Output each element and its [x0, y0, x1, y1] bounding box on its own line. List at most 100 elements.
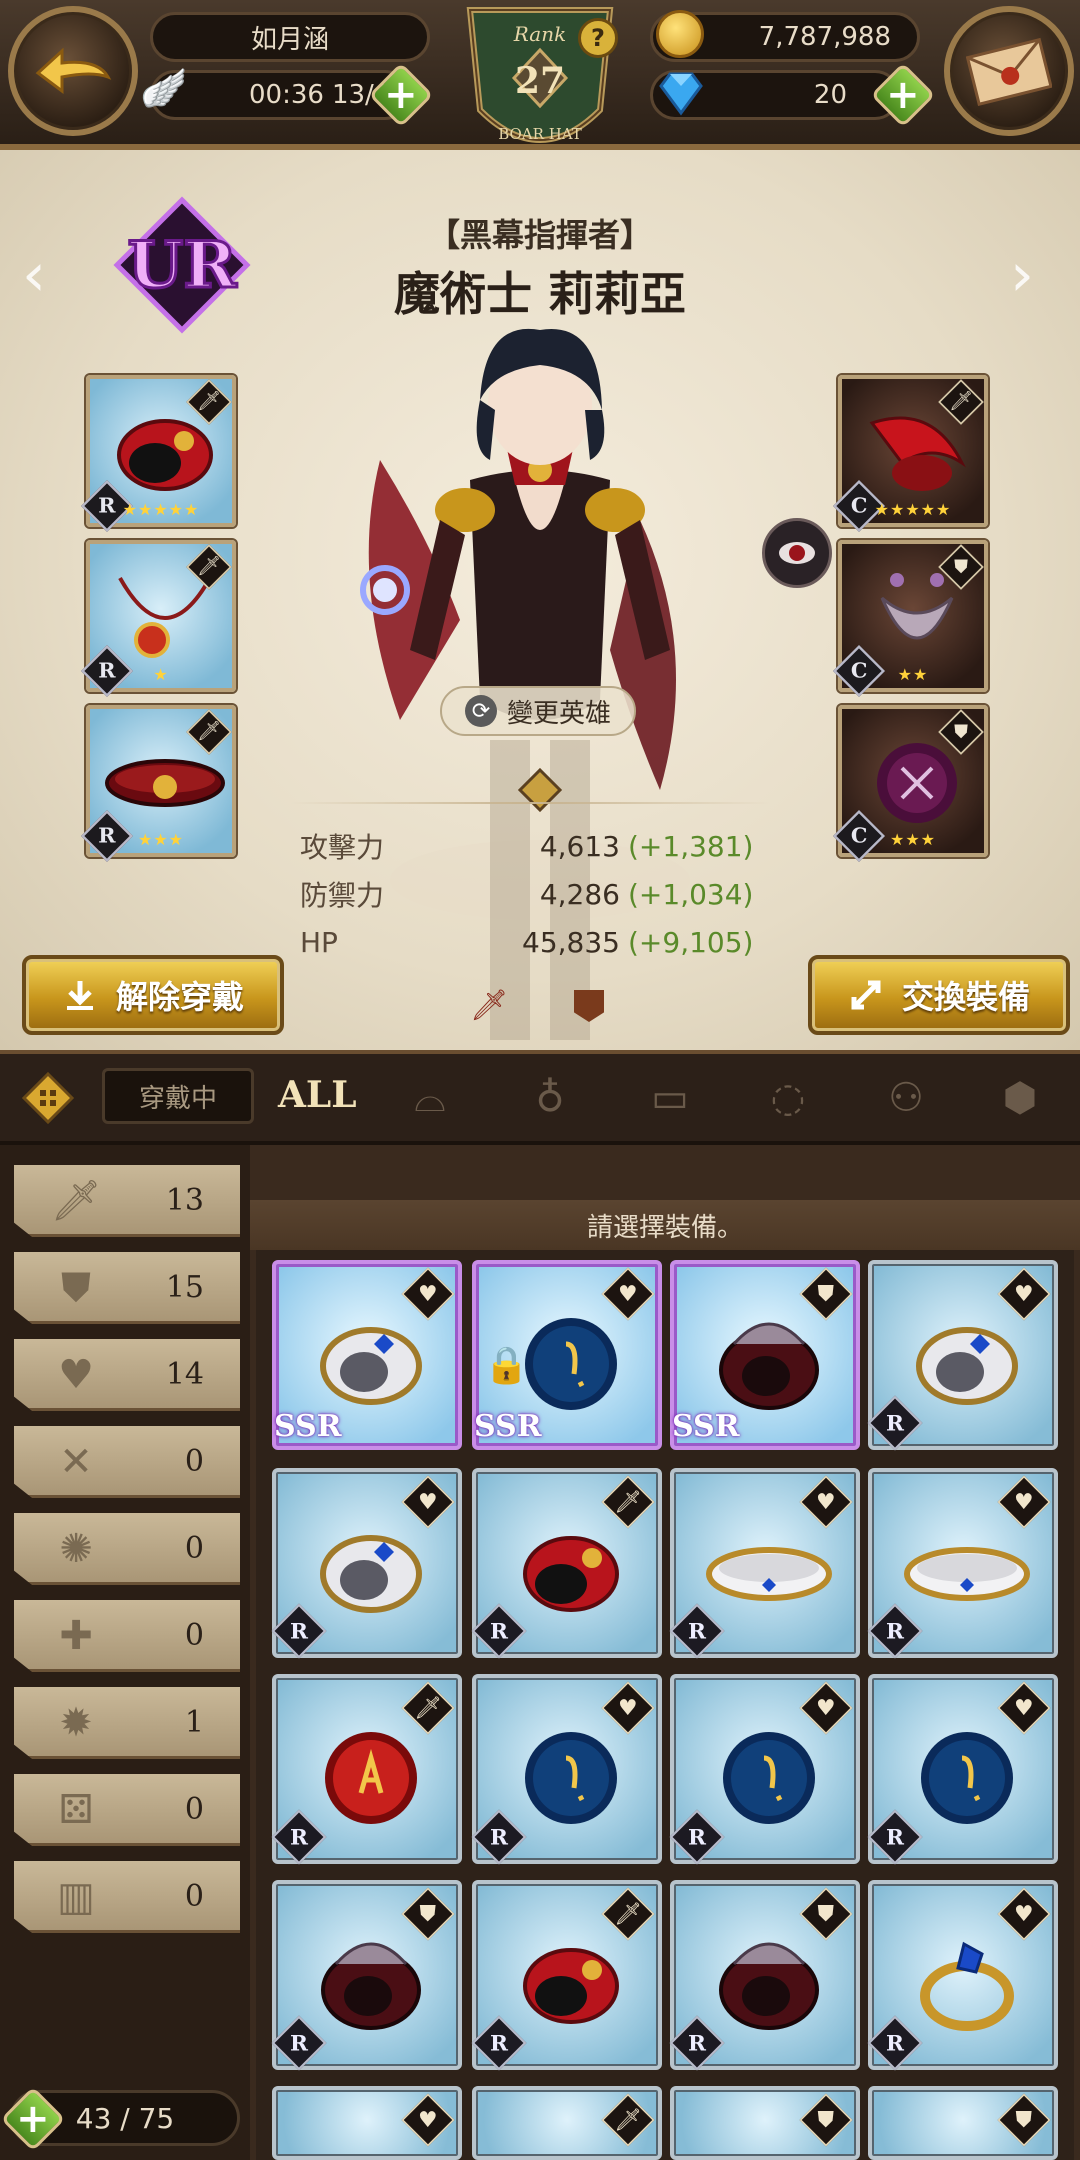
gold-belt-icon	[706, 1547, 832, 1601]
equipped-filter-button[interactable]: 穿戴中	[102, 1068, 254, 1124]
hero-title: 【黑幕指揮者】	[427, 216, 652, 254]
category-count-row[interactable]: ✚ 0	[14, 1600, 240, 1672]
equip-slot-left-1[interactable]: 🗡 R ★★★★★	[80, 375, 236, 533]
equip-slot-right-2[interactable]: ⛊ C ★★	[832, 540, 988, 698]
category-count: 0	[184, 1792, 204, 1827]
category-count: 15	[165, 1270, 204, 1305]
category-count-row[interactable]: ✕ 0	[14, 1426, 240, 1498]
equipment-card[interactable]: ♥ R	[271, 1468, 462, 1659]
jaw-icon: ▥	[57, 1874, 95, 1920]
stamina-timer: 00:36	[249, 80, 324, 110]
download-icon	[66, 981, 93, 1010]
filter-bracelet-tab[interactable]: ⌓	[402, 1070, 458, 1126]
mail-button[interactable]	[944, 6, 1074, 136]
equipment-card[interactable]: ⛊ SSR	[670, 1260, 860, 1450]
gem-count: 20	[813, 80, 847, 110]
filter-all-tab[interactable]: ALL	[278, 1074, 357, 1116]
next-hero-arrow[interactable]: ›	[1010, 240, 1034, 310]
sword-marker-icon: 🗡	[470, 988, 509, 1023]
star-rating: ★★★★★	[122, 500, 200, 519]
category-count-row[interactable]: ✺ 0	[14, 1513, 240, 1585]
swap-hero-icon: ⟳	[464, 695, 497, 727]
unequip-button[interactable]: 解除穿戴	[22, 955, 284, 1035]
red-rune-orb-icon	[325, 1732, 417, 1824]
equipment-card[interactable]: ⛊ R	[669, 1880, 860, 2071]
unequip-label: 解除穿戴	[115, 978, 244, 1016]
category-count: 0	[184, 1879, 204, 1914]
equipment-card[interactable]: ♥ R	[669, 1674, 860, 1865]
equipment-card[interactable]: ♥ R	[867, 1880, 1058, 2071]
equipment-card[interactable]: 🗡 R	[471, 1468, 662, 1659]
category-count: 13	[165, 1183, 204, 1218]
gold-bracer-icon	[320, 1535, 422, 1613]
equipment-card[interactable]: ♥ R	[867, 1468, 1058, 1659]
equipment-card[interactable]: ♥	[272, 2086, 462, 2160]
cross-blades-icon: ✕	[59, 1439, 93, 1485]
red-bracelet-icon	[523, 1948, 619, 2024]
category-count-row[interactable]: ▥ 0	[14, 1861, 240, 1933]
equipment-card[interactable]: ♥ SSR 🔒	[472, 1260, 662, 1450]
gold-bracer-icon	[320, 1327, 422, 1405]
filter-necklace-tab[interactable]: ♁	[522, 1070, 578, 1126]
rune-icon: ⬢	[1002, 1075, 1038, 1121]
star-rating: ★★	[897, 665, 929, 684]
player-name: 如月涵	[150, 12, 430, 62]
equipment-card[interactable]: ♥ SSR	[272, 1260, 462, 1450]
envelope-icon	[966, 37, 1052, 106]
equipment-card[interactable]: ⛊ R	[271, 1880, 462, 2071]
sort-diamond-icon	[22, 1072, 74, 1124]
equipment-card[interactable]: ⛊	[868, 2086, 1058, 2160]
equipment-card[interactable]: 🗡	[472, 2086, 662, 2160]
gold-bracer-icon	[916, 1327, 1018, 1405]
sort-button[interactable]	[20, 1070, 76, 1126]
hero-name: 魔術士 莉莉亞	[393, 267, 686, 321]
equip-slot-right-1[interactable]: 🗡 C ★★★★★	[832, 375, 988, 533]
select-equipment-hint: 請選擇裝備。	[250, 1200, 1080, 1250]
ssr-rarity-badge: SSR	[274, 1409, 342, 1444]
category-count: 0	[184, 1618, 204, 1653]
help-button[interactable]: ?	[578, 18, 618, 58]
equipment-card[interactable]: ♥ R	[471, 1674, 662, 1865]
stamina-icon: 🪽	[140, 66, 188, 110]
ur-rarity-badge: UR	[113, 196, 251, 334]
filter-ring-tab[interactable]: ◌	[760, 1070, 816, 1126]
star-rating: ★	[153, 665, 169, 684]
category-count-row[interactable]: ✹ 1	[14, 1687, 240, 1759]
filter-earring-tab[interactable]: ⚇	[878, 1070, 934, 1126]
swap-arrows-icon	[851, 980, 881, 1010]
category-count-row[interactable]: ♥ 14	[14, 1339, 240, 1411]
rank-label: Rank	[513, 22, 567, 46]
earring-icon: ⚇	[888, 1075, 924, 1121]
plus-cross-icon: ✚	[59, 1613, 93, 1659]
equipment-card[interactable]: ♥ R	[867, 1260, 1058, 1451]
equipment-card[interactable]: 🗡 R	[271, 1674, 462, 1865]
blue-rune-orb-icon	[921, 1732, 1013, 1824]
equipment-card[interactable]: 🗡 R	[471, 1880, 662, 2071]
category-count-row[interactable]: ⛊ 15	[14, 1252, 240, 1324]
view-toggle-button[interactable]	[762, 518, 832, 588]
blue-rune-orb-icon	[525, 1732, 617, 1824]
prev-hero-arrow[interactable]: ‹	[22, 240, 46, 310]
blue-rune-orb-icon	[723, 1732, 815, 1824]
sword-icon: 🗡	[50, 1178, 102, 1224]
back-button[interactable]	[8, 6, 138, 136]
gold-coin-icon	[656, 10, 704, 58]
equip-slot-left-3[interactable]: 🗡 R ★★★	[80, 705, 236, 863]
equip-slot-right-3[interactable]: ⛊ C ★★★	[832, 705, 988, 863]
equipment-card[interactable]: ♥ R	[669, 1468, 860, 1659]
category-count-row[interactable]: 🗡 13	[14, 1165, 240, 1237]
category-count-row[interactable]: ⚄ 0	[14, 1774, 240, 1846]
rank-subtitle: BOAR HAT	[498, 125, 582, 143]
change-hero-button[interactable]: ⟳ 變更英雄	[440, 686, 636, 736]
back-arrow-icon	[35, 47, 112, 94]
star-rating: ★★★★★	[874, 500, 952, 519]
lock-icon: 🔒	[484, 1345, 529, 1386]
rank-number: 27	[514, 60, 566, 102]
filter-rune-tab[interactable]: ⬢	[992, 1070, 1048, 1126]
equipment-card[interactable]: ♥ R	[867, 1674, 1058, 1865]
equipment-card[interactable]: ⛊	[670, 2086, 860, 2160]
swap-equipment-button[interactable]: 交換裝備	[808, 955, 1070, 1035]
equip-slot-left-2[interactable]: 🗡 R ★	[80, 540, 236, 698]
filter-belt-tab[interactable]: ▭	[642, 1070, 698, 1126]
dice-icon: ⚄	[58, 1787, 94, 1833]
